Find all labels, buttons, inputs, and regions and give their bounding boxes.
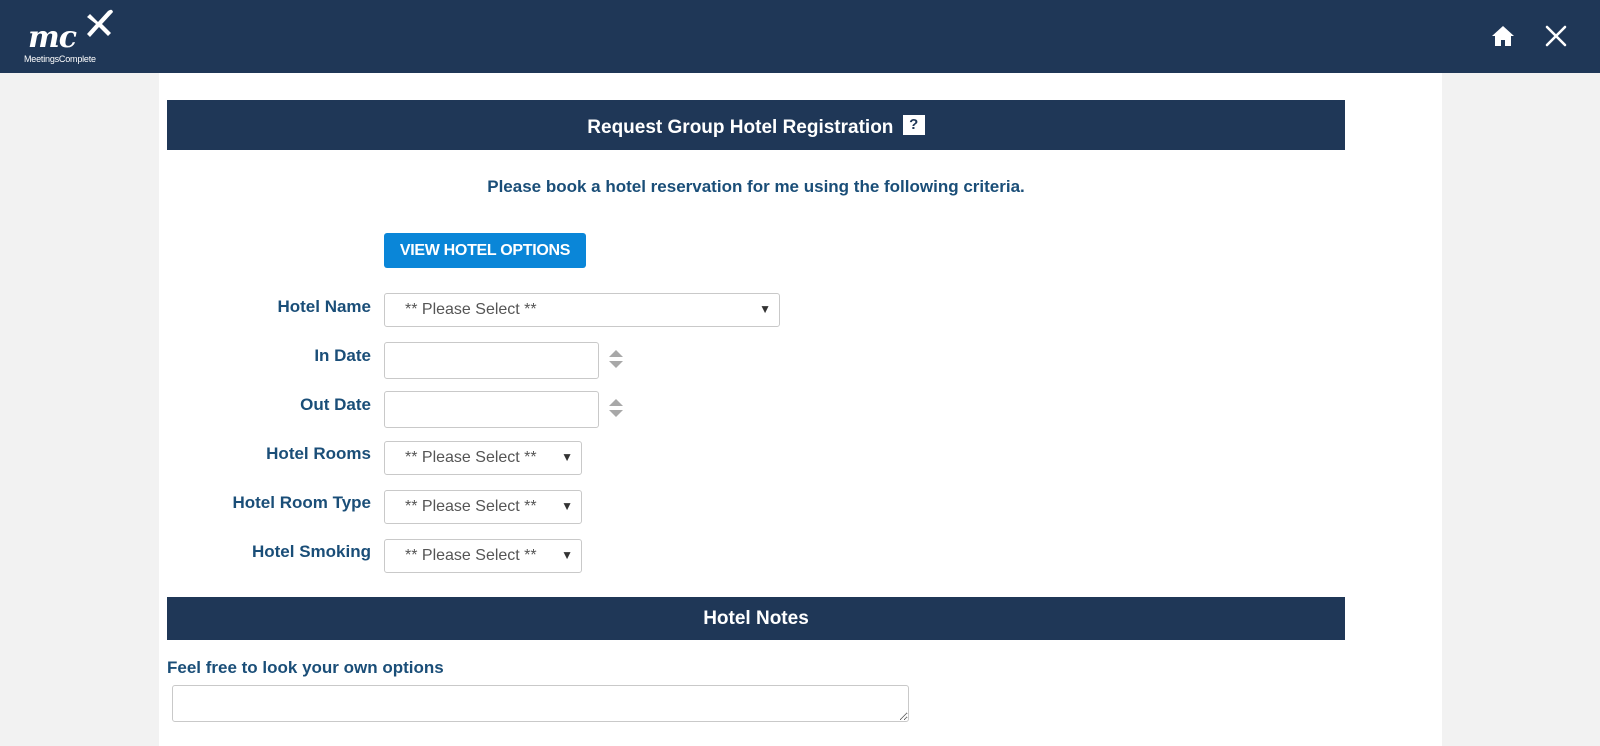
page-title: Request Group Hotel Registration <box>587 117 894 138</box>
logo-subtext: MeetingsComplete <box>24 54 96 64</box>
dropdown-arrow-icon: ▼ <box>759 302 771 316</box>
logo-text: mc <box>28 20 77 55</box>
out-date-spinner-icon[interactable] <box>608 398 624 418</box>
out-date-input[interactable] <box>384 391 599 428</box>
in-date-input[interactable] <box>384 342 599 379</box>
airplane-icon <box>87 9 113 37</box>
hotel-name-label: Hotel Name <box>277 297 371 316</box>
intro-text: Please book a hotel reservation for me u… <box>487 177 1025 196</box>
hotel-room-type-label: Hotel Room Type <box>232 493 371 512</box>
hotel-smoking-value: ** Please Select ** <box>405 547 537 564</box>
hotel-name-value: ** Please Select ** <box>405 301 537 318</box>
registration-header: Request Group Hotel Registration ? <box>167 100 1345 150</box>
hotel-smoking-label: Hotel Smoking <box>251 542 371 561</box>
hotel-room-type-select[interactable]: ** Please Select ** ▼ <box>384 490 582 524</box>
hotel-notes-header: Hotel Notes <box>167 597 1345 640</box>
in-date-label: In Date <box>314 346 371 365</box>
hotel-smoking-select[interactable]: ** Please Select ** ▼ <box>384 539 582 573</box>
hotel-rooms-value: ** Please Select ** <box>405 449 537 466</box>
view-hotel-options-button[interactable]: VIEW HOTEL OPTIONS <box>384 233 586 268</box>
home-icon[interactable] <box>1491 24 1515 48</box>
hotel-room-type-value: ** Please Select ** <box>405 498 537 515</box>
top-bar: mc MeetingsComplete <box>0 0 1600 73</box>
hotel-rooms-select[interactable]: ** Please Select ** ▼ <box>384 441 582 475</box>
hotel-name-select[interactable]: ** Please Select ** ▼ <box>384 293 780 327</box>
hotel-notes-textarea[interactable] <box>172 685 909 722</box>
dropdown-arrow-icon: ▼ <box>561 450 573 464</box>
close-icon[interactable] <box>1544 24 1568 48</box>
out-date-label: Out Date <box>300 395 371 414</box>
notes-label: Feel free to look your own options <box>167 658 444 677</box>
dropdown-arrow-icon: ▼ <box>561 548 573 562</box>
meetings-complete-logo[interactable]: mc MeetingsComplete <box>24 8 124 66</box>
main-content: Request Group Hotel Registration ? Pleas… <box>159 73 1442 746</box>
dropdown-arrow-icon: ▼ <box>561 499 573 513</box>
in-date-spinner-icon[interactable] <box>608 349 624 369</box>
hotel-rooms-label: Hotel Rooms <box>266 444 371 463</box>
help-icon[interactable]: ? <box>902 115 925 135</box>
